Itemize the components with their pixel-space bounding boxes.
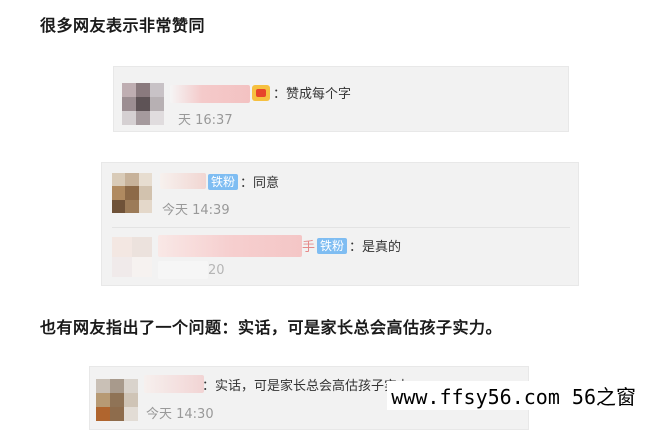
comment-divider (112, 227, 570, 228)
comment-card-1: ：赞成每个字 天 16:37 (113, 66, 569, 132)
avatar[interactable] (96, 379, 138, 421)
username-redacted (160, 173, 206, 189)
comment-text: ：同意 (240, 176, 280, 191)
time-redacted (158, 261, 208, 279)
username-redacted (170, 85, 250, 103)
avatar[interactable] (122, 83, 164, 125)
vip-crown-icon (252, 84, 270, 101)
avatar[interactable] (112, 173, 152, 213)
fan-badge: 铁粉 (317, 237, 348, 254)
fan-badge: 铁粉 (208, 173, 239, 190)
comment-text: ：是真的 (349, 240, 402, 255)
comment-text: ：赞成每个字 (273, 87, 352, 102)
heading-agree: 很多网友表示非常赞同 (40, 16, 206, 35)
comment-card-2: 铁粉 ：同意 今天 14:39 手 铁粉 ：是真的 20 (101, 162, 579, 286)
comment-time: 今天 14:39 (162, 203, 230, 218)
site-watermark: www.ffsy56.com 56之窗 (387, 381, 640, 410)
heading-problem: 也有网友指出了一个问题：实话，可是家长总会高估孩子实力。 (40, 318, 503, 337)
avatar[interactable] (112, 237, 152, 277)
comment-time: 今天 14:30 (146, 407, 214, 422)
comment-time: 天 16:37 (178, 113, 233, 128)
comment-time: 20 (208, 263, 225, 278)
comment-text-row: ：赞成每个字 (252, 83, 351, 102)
comment-text-row: 铁粉 ：同意 (208, 172, 279, 191)
username-redacted (158, 235, 302, 257)
username-tail: 手 (302, 240, 316, 255)
comment-text-row: 手 铁粉 ：是真的 (302, 236, 401, 255)
username-redacted (144, 375, 204, 393)
